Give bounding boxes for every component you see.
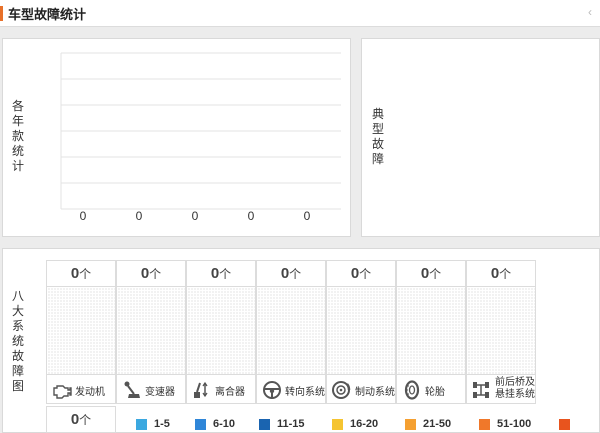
system-axle-suspension[interactable]: 前后桥及 悬挂系统 (466, 374, 536, 404)
system-heat-cell (186, 286, 256, 375)
legend-swatch (479, 419, 490, 430)
bar-value-label: 0 (136, 209, 143, 223)
model-count-chart: 0 0 0 0 0 (60, 52, 341, 223)
tire-icon (404, 380, 420, 400)
steering-wheel-icon (263, 381, 281, 399)
legend-swatch (195, 419, 206, 430)
legend-swatch (136, 419, 147, 430)
system-label: 制动系统 (355, 387, 395, 398)
legend-label: 11-15 (277, 418, 305, 430)
system-label: 变速器 (145, 387, 175, 398)
system-heat-cell (326, 286, 396, 375)
system-count-cell: 0个 (326, 260, 396, 287)
system-transmission[interactable]: 变速器 (116, 374, 186, 404)
typical-fault-label: 典 型 故 障 (371, 107, 384, 166)
system-count-cell: 0个 (256, 260, 326, 287)
system-heat-cell (396, 286, 466, 375)
system-count-cell: 0个 (46, 260, 116, 287)
legend-swatch (259, 419, 270, 430)
legend-label: 51-100 (497, 418, 532, 430)
typical-fault-panel: 典 型 故 障 (361, 38, 600, 237)
engine-icon (53, 385, 72, 399)
legend-swatch (332, 419, 343, 430)
legend-swatch (405, 419, 416, 430)
legend-label: 6-10 (213, 418, 236, 430)
legend-label: 21-50 (423, 418, 452, 430)
system-label: 前后桥及 悬挂系统 (495, 377, 535, 400)
chevron-left-icon[interactable]: ‹ (588, 5, 592, 19)
system-tire[interactable]: 轮胎 (396, 374, 466, 404)
title-accent-bar (0, 6, 3, 21)
system-count-cell: 0个 (186, 260, 256, 287)
system-clutch[interactable]: 离合器 (186, 374, 256, 404)
axle-suspension-icon (473, 382, 489, 398)
page-title: 车型故障统计 (8, 7, 87, 22)
title-bar: 车型故障统计 ‹ (0, 0, 600, 27)
legend-swatch (559, 419, 570, 430)
system-label: 轮胎 (425, 387, 445, 398)
system-steering[interactable]: 转向系统 (256, 374, 326, 404)
system-brake[interactable]: 制动系统 (326, 374, 396, 404)
system-heat-cell (46, 286, 116, 375)
model-count-panel: 各 年 款 统 计 00000 (2, 38, 351, 237)
eight-systems-panel: 八 大 系 统 故 障 图 0个 发动机 0个 变速器 0个 离合器 0个 转向… (2, 248, 600, 433)
gear-shift-icon (124, 381, 140, 398)
clutch-pedal-icon (194, 381, 208, 398)
bar-value-label: 0 (192, 209, 199, 223)
legend-label: 1-5 (154, 418, 170, 430)
system-heat-cell (256, 286, 326, 375)
legend-label: 16-20 (350, 418, 379, 430)
brake-disc-icon (332, 381, 351, 399)
bar-value-label: 0 (304, 209, 311, 223)
system-heat-cell (116, 286, 186, 375)
system-engine[interactable]: 发动机 (46, 374, 116, 404)
system-heat-cell (466, 286, 536, 375)
system-label: 发动机 (75, 387, 105, 398)
system-count-cell: 0个 (396, 260, 466, 287)
system-count-cell: 0个 (116, 260, 186, 287)
system-label: 离合器 (215, 387, 245, 398)
bar-value-label: 0 (80, 209, 87, 223)
system-count-cell: 0个 (466, 260, 536, 287)
bar-value-label: 0 (248, 209, 255, 223)
eight-systems-label: 八 大 系 统 故 障 图 (11, 289, 24, 393)
extra-count-cell: 0个 (46, 406, 116, 433)
system-label: 转向系统 (285, 387, 325, 398)
